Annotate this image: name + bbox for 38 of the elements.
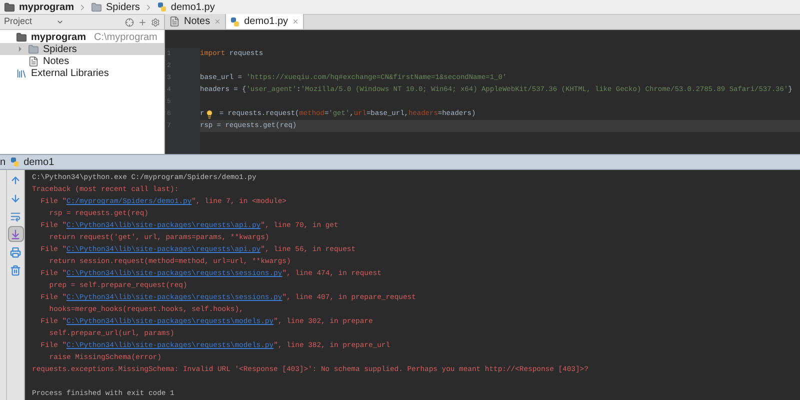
- scroll-to-end-icon[interactable]: [8, 226, 24, 242]
- settings-icon[interactable]: [151, 18, 160, 26]
- breadcrumb[interactable]: myprogram: [19, 0, 74, 14]
- tree-item[interactable]: Notes: [0, 55, 164, 67]
- folder-icon: [4, 2, 15, 12]
- python-icon: [230, 16, 240, 26]
- file-icon: [169, 16, 180, 27]
- tree-label: Notes: [43, 54, 70, 68]
- editor-tab[interactable]: Notes: [165, 14, 226, 29]
- tree-label: myprogram: [31, 30, 86, 44]
- close-icon[interactable]: [292, 18, 300, 25]
- python-icon: [10, 157, 20, 167]
- library-icon: [16, 68, 27, 78]
- tab-label: Notes: [184, 15, 210, 29]
- panel-title[interactable]: Project: [4, 15, 32, 29]
- expand-arrow-icon[interactable]: [16, 45, 24, 53]
- dropdown-icon[interactable]: [56, 18, 64, 26]
- tree-item[interactable]: myprogram C:\myprogram: [0, 31, 164, 43]
- breadcrumb[interactable]: demo1.py: [170, 0, 215, 14]
- python-icon: [156, 2, 167, 12]
- folder-icon: [91, 2, 102, 12]
- tab-label: demo1.py: [244, 15, 288, 29]
- close-icon[interactable]: [214, 18, 222, 25]
- breadcrumb[interactable]: Spiders: [106, 0, 140, 14]
- tree-item[interactable]: External Libraries: [0, 67, 164, 79]
- lightbulb-icon[interactable]: [205, 110, 214, 118]
- editor-tab[interactable]: demo1.py: [226, 14, 304, 29]
- folder-icon: [16, 32, 27, 42]
- tree-item[interactable]: Spiders: [0, 43, 164, 55]
- expand-icon[interactable]: [138, 18, 147, 26]
- tree-path: C:\myprogram: [94, 30, 158, 44]
- locate-icon[interactable]: [125, 18, 134, 26]
- tree-label: Spiders: [43, 42, 77, 56]
- folder-icon: [28, 44, 39, 54]
- tree-label: External Libraries: [31, 66, 109, 80]
- panel-title[interactable]: n: [0, 154, 6, 170]
- file-icon: [28, 56, 39, 66]
- run-config[interactable]: demo1: [24, 154, 54, 170]
